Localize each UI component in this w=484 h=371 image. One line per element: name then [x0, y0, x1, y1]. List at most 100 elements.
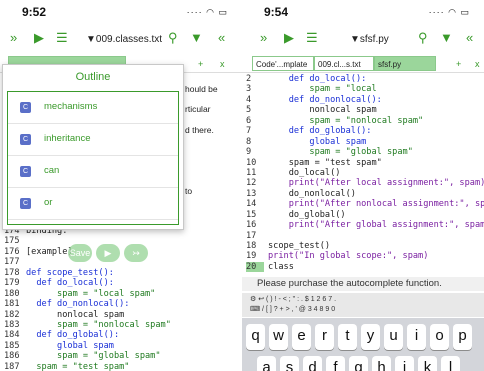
- code-line: 8 global spam: [246, 136, 367, 147]
- autocomplete-message: Please purchase the autocomplete functio…: [242, 277, 484, 291]
- save-button[interactable]: Save: [68, 244, 92, 262]
- outline-item[interactable]: Cor: [8, 188, 178, 220]
- code-line: 14 print("After nonlocal assignment:", s…: [246, 199, 484, 210]
- code-line: 182 nonlocal spam: [4, 309, 125, 320]
- code-line: 19 print("In global scope:", spam): [246, 251, 429, 262]
- key[interactable]: q: [246, 324, 265, 350]
- code-line: 16 print("After global assignment:", spa…: [246, 220, 484, 231]
- code-line: 179 def do_local():: [4, 278, 114, 289]
- code-line: 186 spam = "global spam": [4, 351, 161, 362]
- status-time: 9:54: [264, 5, 289, 19]
- key[interactable]: i: [407, 324, 426, 350]
- settings-icon[interactable]: ⚙ ↩ ( ) ! - < ; " : . $ 1 2 6 7 .: [250, 295, 336, 303]
- key[interactable]: r: [315, 324, 334, 350]
- left-phone-screen: 9:52 ···· ◠ ▭ » ▶ ☰ ▼009.classes.txt ⚲ ▼…: [0, 0, 242, 371]
- key[interactable]: o: [430, 324, 449, 350]
- key[interactable]: s: [280, 356, 299, 371]
- code-line: 181 def do_nonlocal():: [4, 299, 130, 310]
- code-line: 13 do_nonlocal(): [246, 188, 356, 199]
- key[interactable]: e: [292, 324, 311, 350]
- down-icon[interactable]: ▼: [190, 30, 203, 46]
- tab-sfsf-py[interactable]: sfsf.py: [374, 56, 436, 71]
- next-icon[interactable]: »: [260, 30, 267, 46]
- symbol-key-row[interactable]: ⚙ ↩ ( ) ! - < ; " : . $ 1 2 6 7 . ⌨ / [ …: [242, 293, 484, 317]
- class-icon: C: [20, 134, 31, 145]
- code-line: 17: [246, 230, 257, 241]
- code-line: 4 def do_nonlocal():: [246, 94, 382, 105]
- background-text: hould be: [185, 84, 218, 94]
- down-icon[interactable]: ▼: [440, 30, 453, 46]
- play-icon[interactable]: ▶: [284, 30, 294, 46]
- code-line: 180 spam = "local spam": [4, 288, 156, 299]
- background-text: to: [185, 186, 193, 196]
- key[interactable]: j: [395, 356, 414, 371]
- key[interactable]: g: [349, 356, 368, 371]
- outline-list[interactable]: Cmechanisms Cinheritance Ccan Cor: [7, 91, 179, 225]
- prev-icon[interactable]: «: [218, 30, 225, 46]
- run-button[interactable]: ▶: [96, 244, 120, 262]
- outline-item[interactable]: Cmechanisms: [8, 92, 178, 124]
- toolbar: » ▶ ☰ ▼009.classes.txt ⚲ ▼ «: [0, 26, 242, 52]
- outline-list-icon[interactable]: ☰: [306, 30, 318, 46]
- code-line: 3 spam = "local: [246, 84, 377, 95]
- code-line: 11 do_local(): [246, 167, 341, 178]
- code-line: 176 [example]: [4, 246, 73, 257]
- status-bar: 9:54 ···· ◠ ▭: [242, 0, 484, 24]
- search-icon[interactable]: ⚲: [418, 30, 428, 46]
- code-line: 2 def do_local():: [246, 74, 367, 84]
- keyboard-icon[interactable]: ⌨ / [ ] ? + > , ' @ 3 4 8 9 0: [250, 305, 335, 313]
- jump-button[interactable]: ↣: [124, 244, 148, 262]
- key[interactable]: k: [418, 356, 437, 371]
- key[interactable]: f: [326, 356, 345, 371]
- search-icon[interactable]: ⚲: [168, 30, 178, 46]
- outline-item[interactable]: Cinheritance: [8, 124, 178, 156]
- file-name-menu[interactable]: ▼sfsf.py: [350, 34, 389, 45]
- outline-item[interactable]: Ccan: [8, 156, 178, 188]
- outline-popover: Outline Cmechanisms Cinheritance Ccan Co…: [2, 64, 184, 230]
- code-line: 12 print("After local assignment:", spam…: [246, 178, 484, 189]
- code-line: 10 spam = "test spam": [246, 157, 382, 168]
- code-line: 183 spam = "nonlocal spam": [4, 319, 171, 330]
- code-editor[interactable]: 174 binding: 175 176 [example] 177 178 def …: [0, 226, 242, 371]
- code-line: 184 def do_global():: [4, 330, 120, 341]
- code-line: 185 global spam: [4, 340, 114, 351]
- outline-list-icon[interactable]: ☰: [56, 30, 68, 46]
- code-line: 5 nonlocal spam: [246, 105, 377, 116]
- key[interactable]: u: [384, 324, 403, 350]
- key[interactable]: y: [361, 324, 380, 350]
- code-line: 9 spam = "global spam": [246, 147, 413, 158]
- code-line: 177: [4, 257, 20, 268]
- key[interactable]: w: [269, 324, 288, 350]
- play-icon[interactable]: ▶: [34, 30, 44, 46]
- class-icon: C: [20, 198, 31, 209]
- background-text: rticular: [185, 104, 211, 114]
- prev-icon[interactable]: «: [466, 30, 473, 46]
- software-keyboard[interactable]: q w e r t y u i o p a s d f g h j k l: [242, 318, 484, 371]
- close-tab-icon[interactable]: x: [220, 59, 225, 69]
- toolbar: » ▶ ☰ ▼sfsf.py ⚲ ▼ «: [242, 26, 484, 52]
- key[interactable]: t: [338, 324, 357, 350]
- close-tab-icon[interactable]: x: [475, 59, 480, 69]
- tab-009-classes[interactable]: 009.cl...s.txt: [314, 56, 374, 71]
- class-icon: C: [20, 102, 31, 113]
- code-line: 187 spam = "test spam": [4, 361, 130, 371]
- status-time: 9:52: [22, 5, 47, 19]
- code-line: 175: [4, 236, 20, 247]
- status-icons: ···· ◠ ▭: [428, 7, 470, 17]
- tab-code-template[interactable]: Code'...mplate: [252, 56, 314, 71]
- key[interactable]: h: [372, 356, 391, 371]
- key[interactable]: l: [441, 356, 460, 371]
- file-name-menu[interactable]: ▼009.classes.txt: [86, 34, 162, 45]
- code-line: 18 scope_test(): [246, 241, 331, 251]
- code-line: 20 class: [246, 261, 294, 273]
- key[interactable]: a: [257, 356, 276, 371]
- key[interactable]: d: [303, 356, 322, 371]
- add-tab-icon[interactable]: +: [198, 59, 203, 69]
- code-line: 7 def do_global():: [246, 126, 372, 137]
- outline-title: Outline: [75, 71, 111, 83]
- add-tab-icon[interactable]: +: [456, 59, 461, 69]
- next-icon[interactable]: »: [10, 30, 17, 46]
- status-bar: 9:52 ···· ◠ ▭: [0, 0, 242, 24]
- key[interactable]: p: [453, 324, 472, 350]
- code-editor[interactable]: 2 def do_local(): 3 spam = "local 4 def …: [242, 74, 484, 273]
